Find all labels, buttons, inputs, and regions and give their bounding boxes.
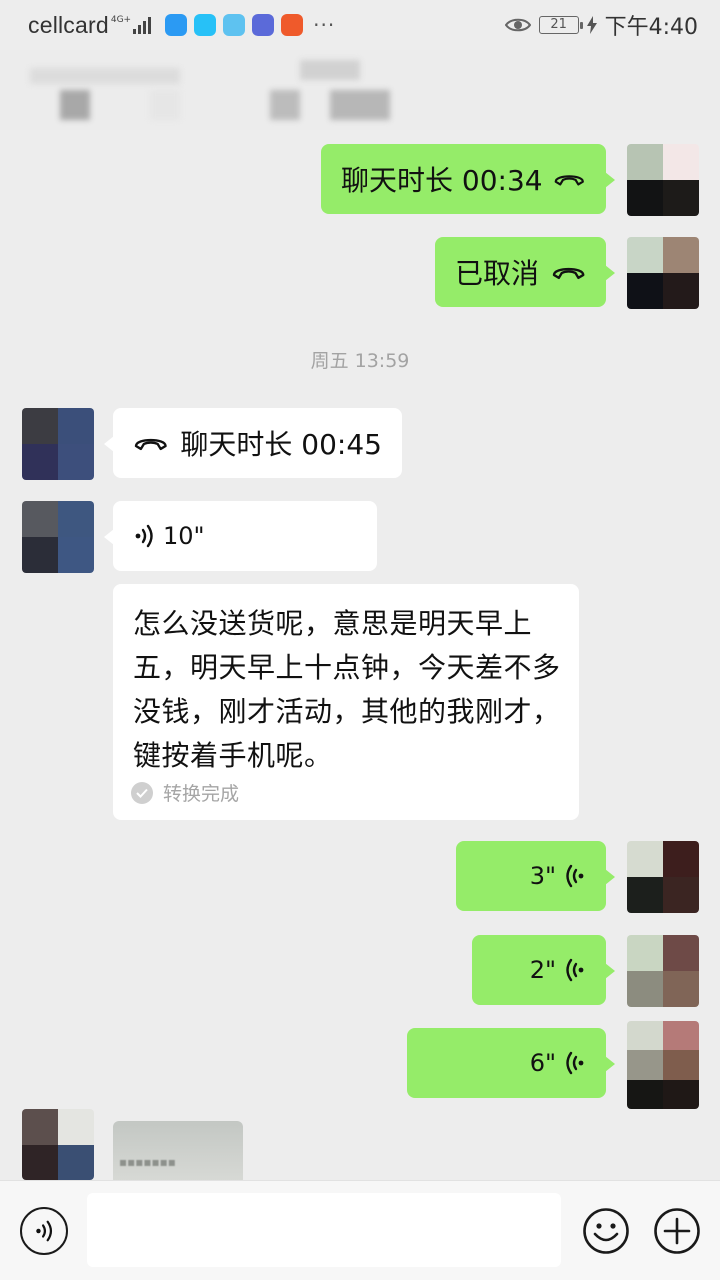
emoji-button[interactable] — [582, 1207, 630, 1255]
contact-avatar[interactable] — [22, 1109, 94, 1180]
more-notifications-icon: ··· — [313, 13, 336, 37]
call-duration-label: 聊天时长 00:34 — [341, 164, 543, 197]
qq-icon — [223, 14, 246, 36]
voice-duration: 10" — [163, 522, 205, 550]
notification-icons — [165, 14, 304, 36]
music-icon — [252, 14, 275, 36]
voice-wave-icon — [135, 524, 153, 548]
voice-mode-icon — [36, 1220, 53, 1242]
signal-icon — [133, 16, 152, 34]
call-duration-label: 聊天时长 00:45 — [180, 428, 382, 461]
contact-avatar[interactable] — [22, 501, 94, 573]
voice-duration: 6" — [529, 1049, 556, 1077]
charging-icon — [586, 16, 597, 34]
message-timestamp: 周五 13:59 — [310, 350, 410, 372]
my-avatar[interactable] — [627, 841, 699, 913]
contact-avatar[interactable] — [22, 408, 94, 480]
chat-app-icon — [194, 14, 217, 36]
plus-button[interactable] — [653, 1207, 701, 1255]
eye-icon — [504, 18, 531, 32]
sent-call-duration-bubble[interactable]: 聊天时长 00:34 — [321, 144, 615, 214]
network-type: 4G+ — [110, 14, 132, 25]
image-thumbnail-text: ▪▪▪▪▪▪▪ — [119, 1155, 176, 1169]
voice-duration: 2" — [529, 956, 556, 984]
voice-mode-button[interactable] — [20, 1207, 68, 1255]
sent-voice-bubble[interactable]: 3" — [456, 841, 615, 911]
message-input[interactable] — [87, 1193, 561, 1267]
sent-call-cancelled-bubble[interactable]: 已取消 — [435, 237, 615, 307]
my-avatar[interactable] — [627, 1021, 699, 1109]
transcript-status: 转换完成 — [131, 779, 239, 806]
chat-input-bar — [0, 1180, 720, 1280]
carrier-name: cellcard — [28, 11, 109, 38]
phone-hangup-icon — [134, 438, 167, 451]
phone-hangup-icon — [555, 175, 585, 186]
received-call-duration-bubble[interactable]: 聊天时长 00:45 — [104, 408, 402, 478]
battery-indicator: 21 — [538, 16, 583, 34]
app-icon — [281, 14, 304, 36]
received-image[interactable]: ▪▪▪▪▪▪▪ — [113, 1121, 243, 1181]
my-avatar[interactable] — [627, 144, 699, 216]
my-avatar[interactable] — [627, 935, 699, 1007]
received-voice-bubble[interactable]: 10" — [104, 501, 377, 571]
call-cancelled-label: 已取消 — [455, 257, 540, 290]
voice-wave-icon — [566, 958, 584, 982]
phone-hangup-icon — [552, 267, 585, 280]
sent-voice-bubble[interactable]: 2" — [472, 935, 615, 1005]
voice-transcript-card[interactable]: 怎么没送货呢，意思是明天早上五，明天早上十点钟，今天差不多没钱，刚才活动，其他的… — [113, 584, 579, 820]
check-icon — [131, 781, 153, 804]
chat-header-obscured — [0, 50, 720, 130]
voice-wave-icon — [566, 864, 584, 888]
browser-icon — [165, 14, 188, 36]
voice-duration: 3" — [529, 862, 556, 890]
clock: 下午4:40 — [604, 15, 698, 40]
sent-voice-bubble[interactable]: 6" — [407, 1028, 615, 1098]
voice-wave-icon — [566, 1051, 584, 1075]
status-bar: cellcard 4G+ ··· 21 下午4:40 — [0, 0, 720, 50]
transcript-status-label: 转换完成 — [163, 783, 240, 805]
transcript-text: 怎么没送货呢，意思是明天早上五，明天早上十点钟，今天差不多没钱，刚才活动，其他的… — [133, 607, 561, 772]
my-avatar[interactable] — [627, 237, 699, 309]
